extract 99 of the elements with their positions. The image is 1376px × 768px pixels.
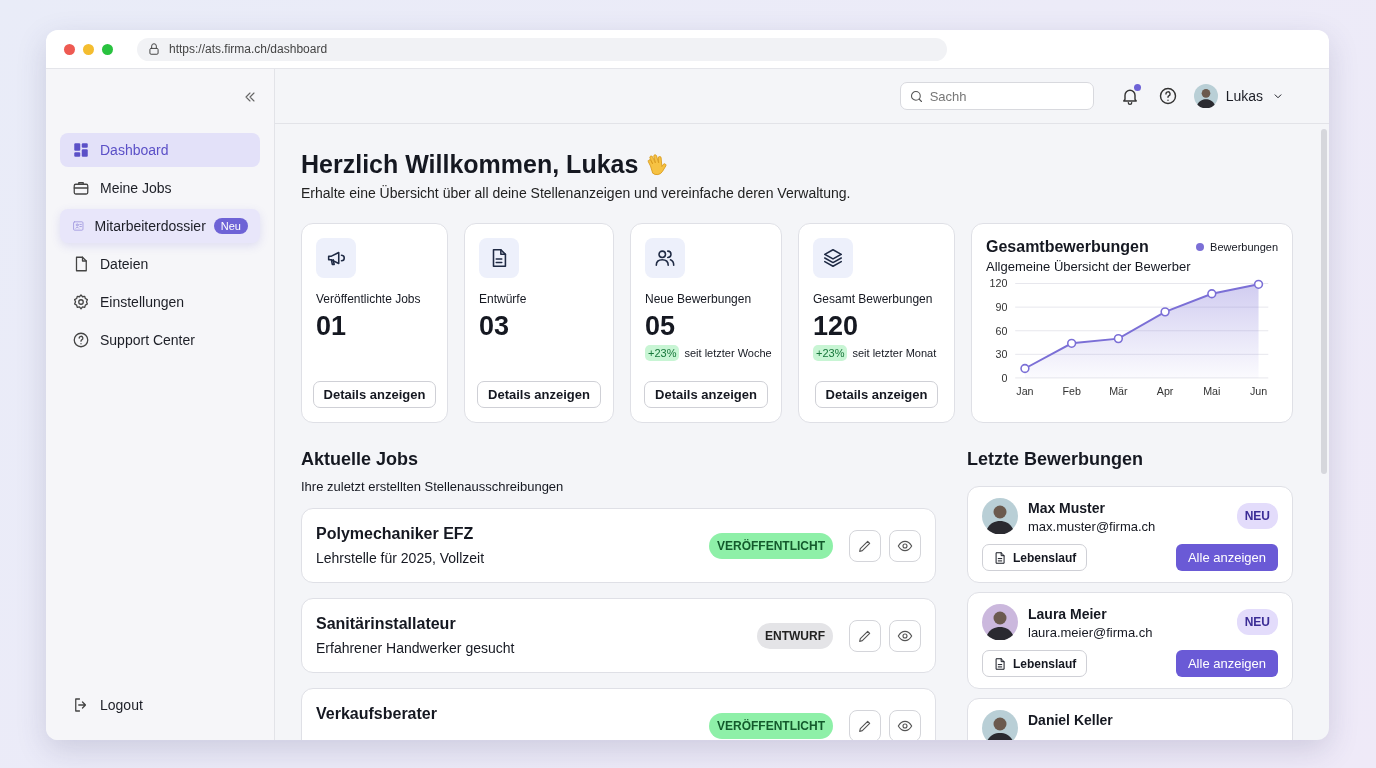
status-badge: VERÖFFENTLICHT	[709, 532, 833, 559]
maximize-button[interactable]	[102, 43, 113, 55]
search-icon	[908, 89, 924, 104]
axis-label: Feb	[1062, 385, 1081, 398]
status-badge: VERÖFFENTLICHT	[709, 712, 833, 739]
avatar	[1193, 84, 1218, 108]
view-button[interactable]	[889, 709, 921, 740]
axis-label: 60	[995, 324, 1008, 337]
page-subtitle: Erhalte eine Übersicht über all deine Stellenanzeigen und vereinfache deren Verwaltung.	[301, 185, 852, 201]
logout-button[interactable]: Logout	[60, 688, 260, 722]
stat-value: 05	[645, 311, 677, 342]
stat-label: Entwürfe	[479, 292, 528, 306]
sidebar-item[interactable]: Dashboard	[60, 133, 260, 167]
applicant-name: Daniel Keller	[1028, 711, 1113, 728]
settings-icon	[72, 293, 90, 311]
stat-value: 01	[316, 311, 348, 342]
avatar	[982, 498, 1018, 534]
data-point	[1113, 333, 1124, 344]
change-badge: +23%	[813, 345, 848, 361]
job-title: Verkaufsberater	[316, 705, 438, 723]
view-button[interactable]	[889, 529, 921, 562]
view-button[interactable]	[889, 619, 921, 652]
job-card[interactable]: Polymechaniker EFZ Lehrstelle für 2025, Vollzeit VERÖFFENTLICHT	[301, 508, 936, 583]
change-period: seit letzter Woche	[684, 347, 772, 359]
stat-label: Veröffentlichte Jobs	[316, 292, 422, 306]
data-point	[1160, 307, 1170, 317]
help-icon	[72, 331, 90, 349]
page-title: Herzlich Willkommen, Lukas	[301, 150, 639, 179]
new-badge: Neu	[213, 218, 248, 234]
document-icon	[993, 550, 1007, 565]
sidebar-item[interactable]: Meine Jobs	[60, 171, 260, 205]
data-point	[1207, 289, 1217, 299]
layers-icon	[822, 247, 844, 269]
edit-button[interactable]	[849, 709, 881, 740]
applicant-email: laura.meier@firma.ch	[1028, 625, 1153, 640]
status-badge: ENTWURF	[757, 622, 833, 649]
axis-label: Apr	[1156, 385, 1174, 398]
section-title: Aktuelle Jobs	[301, 449, 420, 470]
applicant-email: max.muster@firma.ch	[1028, 519, 1156, 534]
stat-label: Neue Bewerbungen	[645, 292, 753, 306]
cv-button[interactable]: Lebenslauf	[982, 544, 1088, 571]
job-card[interactable]: Verkaufsberater VERÖFFENTLICHT	[301, 688, 936, 740]
new-badge: NEU	[1236, 503, 1278, 529]
dashboard-icon	[72, 141, 90, 159]
details-button[interactable]: Details anzeigen	[644, 381, 768, 408]
change-badge: +23%	[645, 345, 680, 361]
users-icon	[654, 247, 676, 269]
details-button[interactable]: Details anzeigen	[814, 381, 939, 408]
stat-value: 03	[479, 311, 511, 342]
job-card[interactable]: Sanitärinstallateur Erfahrener Handwerker gesucht ENTWURF	[301, 598, 936, 673]
scrollbar[interactable]	[1321, 129, 1327, 474]
axis-label: 0	[1001, 371, 1008, 384]
axis-label: 120	[989, 277, 1008, 290]
section-title: Letzte Bewerbungen	[967, 449, 1145, 470]
change-period: seit letzter Monat	[852, 347, 937, 359]
job-subtitle: Erfahrener Handwerker gesucht	[316, 640, 516, 656]
applicant-name: Laura Meier	[1028, 605, 1108, 622]
section-subtitle: Ihre zuletzt erstellten Stellenausschreibungen	[301, 479, 565, 494]
sidebar-item[interactable]: Support Center	[60, 323, 260, 357]
sidebar-item[interactable]: Dateien	[60, 247, 260, 281]
stat-value: 120	[813, 311, 860, 342]
document-icon	[993, 656, 1007, 671]
axis-label: Mai	[1203, 385, 1221, 398]
cv-button[interactable]: Lebenslauf	[982, 650, 1088, 677]
applicant-name: Max Muster	[1028, 499, 1107, 516]
address-bar[interactable]: https://ats.firma.ch/dashboard	[137, 37, 947, 61]
lock-icon	[147, 42, 161, 56]
sidebar-item[interactable]: Einstellungen	[60, 285, 260, 319]
help-icon	[1157, 86, 1178, 106]
data-point	[1253, 279, 1264, 289]
details-button[interactable]: Details anzeigen	[477, 381, 601, 408]
edit-button[interactable]	[849, 619, 881, 652]
job-subtitle: Lehrstelle für 2025, Vollzeit	[316, 550, 486, 566]
axis-label: 30	[995, 348, 1008, 361]
new-badge: NEU	[1236, 609, 1278, 635]
edit-button[interactable]	[849, 529, 881, 562]
data-point	[1067, 338, 1077, 348]
sidebar-item[interactable]: Mitarbeiterdossier Neu	[60, 209, 260, 243]
avatar	[982, 710, 1018, 740]
url-text: https://ats.firma.ch/dashboard	[169, 42, 328, 56]
data-point	[1020, 363, 1030, 374]
user-menu[interactable]: Lukas	[1193, 84, 1285, 108]
stat-label: Gesamt Bewerbungen	[813, 292, 934, 306]
chart-title: Gesamtbewerbungen	[986, 238, 1149, 256]
job-title: Sanitärinstallateur	[316, 615, 457, 633]
briefcase-icon	[72, 179, 90, 197]
avatar	[982, 604, 1018, 640]
axis-label: Jan	[1016, 385, 1034, 398]
show-all-button[interactable]: Alle anzeigen	[1175, 650, 1278, 677]
job-title: Polymechaniker EFZ	[316, 525, 475, 543]
search-field[interactable]: Sachh	[899, 82, 1094, 110]
legend-label: Bewerbungen	[1210, 241, 1278, 253]
details-button[interactable]: Details anzeigen	[312, 381, 437, 408]
axis-label: Mär	[1109, 385, 1128, 398]
axis-label: 90	[995, 301, 1008, 313]
axis-label: Jun	[1249, 385, 1268, 398]
show-all-button[interactable]: Alle anzeigen	[1175, 544, 1278, 571]
chart-subtitle: Allgemeine Übersicht der Bewerber	[986, 259, 1192, 274]
close-button[interactable]	[64, 43, 75, 55]
